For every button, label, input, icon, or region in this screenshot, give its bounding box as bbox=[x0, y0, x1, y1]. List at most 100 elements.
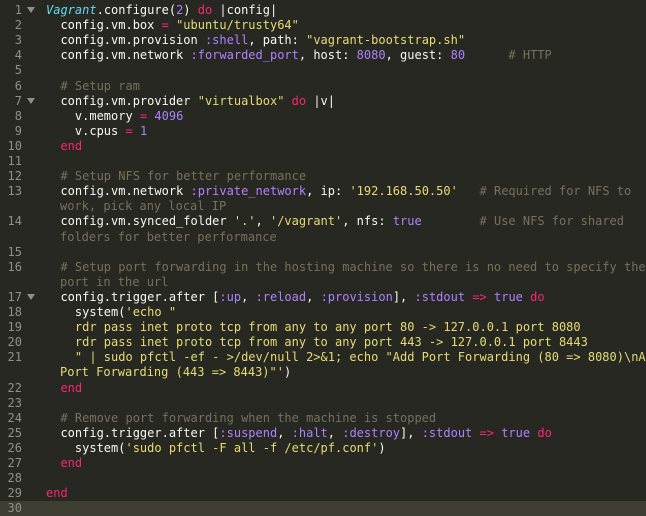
code-token: folders for better performance bbox=[60, 229, 277, 244]
code-text[interactable]: config.vm.network :forwarded_port, host:… bbox=[46, 48, 551, 63]
code-text[interactable]: v.memory = 4096 bbox=[46, 109, 183, 124]
code-token: config.trigger.after [ bbox=[46, 425, 220, 440]
fold-arrow-icon[interactable] bbox=[27, 293, 35, 300]
line-number: 28 bbox=[7, 471, 22, 486]
code-text[interactable]: Vagrant.configure(2) do |config| bbox=[46, 3, 277, 18]
code-line[interactable]: 1 Vagrant.configure(2) do |config| bbox=[0, 3, 646, 18]
code-text[interactable]: config.vm.network :private_network, ip: … bbox=[46, 184, 631, 199]
code-line[interactable]: 28 bbox=[0, 471, 646, 486]
code-token: end bbox=[46, 486, 68, 501]
code-editor[interactable]: 1 Vagrant.configure(2) do |config| 2 confi… bbox=[0, 0, 646, 516]
code-text[interactable]: v.cpus = 1 bbox=[46, 124, 147, 139]
code-text[interactable]: " | sudo pfctl -ef - >/dev/null 2>&1; ec… bbox=[46, 350, 646, 365]
code-text[interactable]: system('sudo pfctl -F all -f /etc/pf.con… bbox=[46, 441, 386, 456]
code-line[interactable]: 29 end bbox=[0, 486, 646, 501]
code-line[interactable]: port in the url bbox=[0, 275, 646, 290]
code-token: Port Forwarding (443 => 8443)"' bbox=[60, 365, 284, 380]
line-number: 5 bbox=[14, 63, 22, 78]
code-text[interactable]: end bbox=[46, 486, 68, 501]
code-line[interactable]: 8 v.memory = 4096 bbox=[0, 109, 646, 124]
code-text[interactable]: # Remove port forwarding when the machin… bbox=[46, 411, 436, 426]
code-line[interactable]: folders for better performance bbox=[0, 230, 646, 245]
code-line[interactable]: 16 # Setup port forwarding in the hostin… bbox=[0, 260, 646, 275]
code-token: v.cpus bbox=[46, 123, 126, 138]
fold-arrow-icon[interactable] bbox=[27, 7, 35, 13]
code-line[interactable]: 23 bbox=[0, 396, 646, 411]
fold-arrow-icon[interactable] bbox=[27, 97, 35, 104]
code-token: :suspend bbox=[219, 425, 278, 440]
code-token: # Setup ram bbox=[60, 78, 140, 93]
code-token: # Remove port forwarding when the machin… bbox=[60, 410, 437, 425]
code-text[interactable]: work, pick any local IP bbox=[60, 199, 226, 214]
code-line[interactable]: 2 config.vm.box = "ubuntu/trusty64" bbox=[0, 18, 646, 33]
code-token: "vagrant-bootstrap.sh" bbox=[306, 33, 466, 48]
code-token: # Required for NFS to bbox=[479, 184, 632, 199]
code-token: end bbox=[60, 456, 83, 470]
code-line[interactable]: 3 config.vm.provision :shell, path: "vag… bbox=[0, 33, 646, 48]
code-line[interactable]: 14 config.vm.synced_folder '.', '/vagran… bbox=[0, 214, 646, 229]
code-line[interactable]: 27 end bbox=[0, 456, 646, 471]
code-token: => bbox=[479, 425, 494, 440]
code-text[interactable]: # Setup NFS for better performance bbox=[46, 169, 306, 184]
code-line[interactable]: 19 rdr pass inet proto tcp from any to a… bbox=[0, 320, 646, 335]
line-number: 8 bbox=[14, 108, 22, 123]
code-text[interactable]: config.vm.synced_folder '.', '/vagrant',… bbox=[46, 214, 624, 229]
code-token: , nfs: bbox=[342, 214, 393, 229]
code-text[interactable]: config.trigger.after [:suspend, :halt, :… bbox=[46, 425, 551, 441]
code-line[interactable]: 24 # Remove port forwarding when the mac… bbox=[0, 411, 646, 426]
code-text[interactable]: config.trigger.after [:up, :reload, :pro… bbox=[46, 290, 544, 305]
code-text[interactable]: config.vm.provision :shell, path: "vagra… bbox=[46, 33, 465, 48]
code-text[interactable]: # Setup ram bbox=[46, 78, 140, 94]
code-token: system( bbox=[46, 305, 126, 319]
code-token: 1 bbox=[139, 123, 148, 138]
code-token: , bbox=[277, 425, 292, 440]
code-line[interactable]: 11 bbox=[0, 154, 646, 169]
code-text[interactable]: folders for better performance bbox=[60, 230, 277, 245]
code-line[interactable]: 17 config.trigger.after [:up, :reload, :… bbox=[0, 290, 646, 305]
code-line[interactable]: 20 rdr pass inet proto tcp from any to a… bbox=[0, 335, 646, 350]
code-text[interactable]: Port Forwarding (443 => 8443)"') bbox=[60, 365, 291, 380]
code-line[interactable]: 21 " | sudo pfctl -ef - >/dev/null 2>&1;… bbox=[0, 350, 646, 365]
code-token: config.vm.box bbox=[46, 18, 162, 33]
code-line[interactable]: 7 config.vm.provider "virtualbox" do |v| bbox=[0, 94, 646, 109]
code-text[interactable]: rdr pass inet proto tcp from any to any … bbox=[46, 320, 581, 335]
code-text[interactable]: config.vm.provider "virtualbox" do |v| bbox=[46, 94, 335, 109]
code-token: |config| bbox=[212, 3, 278, 17]
code-line[interactable]: 5 bbox=[0, 63, 646, 78]
code-token: :stdout bbox=[421, 425, 473, 440]
code-line[interactable]: work, pick any local IP bbox=[0, 199, 646, 214]
code-token: = bbox=[161, 18, 169, 33]
line-number: 9 bbox=[14, 123, 22, 138]
code-line[interactable]: 25 config.trigger.after [:suspend, :halt… bbox=[0, 426, 646, 441]
code-line[interactable]: 13 config.vm.network :private_network, i… bbox=[0, 184, 646, 199]
code-line[interactable]: 12 # Setup NFS for better performance bbox=[0, 169, 646, 184]
code-line[interactable]: 10 end bbox=[0, 139, 646, 154]
code-text[interactable]: rdr pass inet proto tcp from any to any … bbox=[46, 335, 588, 350]
code-token: '192.168.50.50' bbox=[349, 184, 458, 199]
code-token: system( bbox=[46, 440, 126, 455]
code-text[interactable]: # Setup port forwarding in the hosting m… bbox=[46, 260, 645, 275]
code-text[interactable]: config.vm.box = "ubuntu/trusty64" bbox=[46, 18, 298, 33]
code-line[interactable]: 9 v.cpus = 1 bbox=[0, 124, 646, 139]
code-text[interactable]: port in the url bbox=[60, 275, 168, 290]
code-text[interactable]: end bbox=[46, 381, 82, 396]
code-text[interactable]: system('echo " bbox=[46, 305, 176, 320]
code-line[interactable]: 15 bbox=[0, 245, 646, 260]
code-line[interactable]: 26 system('sudo pfctl -F all -f /etc/pf.… bbox=[0, 441, 646, 456]
code-text[interactable]: end bbox=[46, 456, 82, 471]
line-number: 3 bbox=[14, 33, 22, 48]
code-line[interactable]: 18 system('echo " bbox=[0, 305, 646, 320]
line-number: 1 bbox=[14, 3, 22, 17]
code-line[interactable]: Port Forwarding (443 => 8443)"') bbox=[0, 365, 646, 380]
code-text[interactable]: end bbox=[46, 139, 82, 154]
code-line[interactable]: 30 bbox=[0, 501, 646, 516]
code-token: , host: bbox=[298, 48, 357, 63]
code-token: , guest: bbox=[385, 48, 451, 63]
code-line[interactable]: 4 config.vm.network :forwarded_port, hos… bbox=[0, 48, 646, 63]
code-line[interactable]: 6 # Setup ram bbox=[0, 79, 646, 94]
code-line[interactable]: 22 end bbox=[0, 381, 646, 396]
